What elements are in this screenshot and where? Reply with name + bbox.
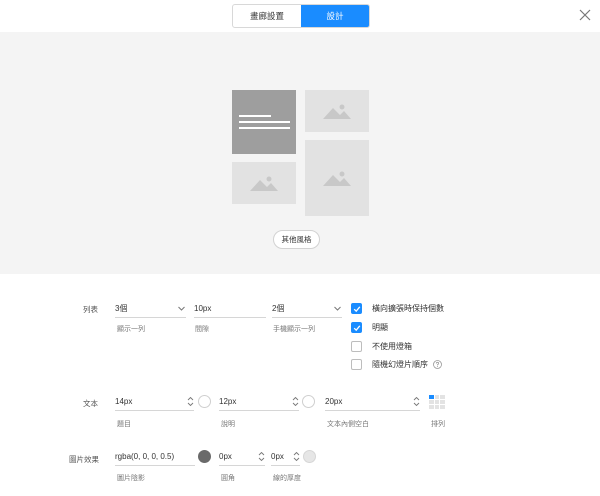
stepper-icon[interactable]: [292, 396, 299, 407]
spacing-select[interactable]: 10px: [194, 300, 266, 318]
padding-value: 20px: [325, 397, 343, 406]
padding-label: 文本內側空白: [327, 421, 369, 428]
keep-count-checkbox[interactable]: [351, 303, 362, 314]
stepper-icon[interactable]: [413, 396, 420, 407]
keep-count-label: 橫向擴張時保持個數: [372, 304, 444, 313]
tab-switch: 畫廊設置 設計: [232, 4, 370, 28]
per-row-select[interactable]: 3個: [115, 300, 186, 318]
no-lightbox-checkbox[interactable]: [351, 341, 362, 352]
per-row-value: 3個: [115, 304, 128, 313]
mountain-image-icon: [323, 171, 351, 186]
bright-option[interactable]: 明顯: [351, 322, 388, 333]
help-icon[interactable]: [433, 360, 442, 369]
columns-row-label: 列表: [83, 305, 98, 314]
no-lightbox-option[interactable]: 不使用燈箱: [351, 341, 412, 352]
check-icon: [353, 324, 360, 331]
bright-label: 明顯: [372, 323, 388, 332]
layout-preview: 其他風格: [0, 32, 600, 274]
align-label: 排列: [431, 421, 445, 428]
desc-size-label: 說明: [221, 421, 235, 428]
spacing-label: 間隙: [195, 326, 209, 333]
preview-image-tile: [305, 90, 369, 132]
mobile-per-row-select[interactable]: 2個: [272, 300, 342, 318]
stepper-icon[interactable]: [258, 451, 265, 462]
mountain-image-icon: [250, 176, 278, 191]
random-order-option[interactable]: 隨機幻燈片順序: [351, 359, 442, 370]
shadow-input[interactable]: rgba(0, 0, 0, 0.5): [115, 448, 195, 466]
shadow-value: rgba(0, 0, 0, 0.5): [115, 452, 175, 461]
radius-value: 0px: [219, 452, 232, 461]
image-effect-row-label: 圖片效果: [69, 455, 99, 464]
border-value: 0px: [271, 452, 284, 461]
text-line-icon: [239, 121, 290, 123]
desc-color-swatch[interactable]: [302, 395, 315, 408]
text-row-label: 文本: [83, 399, 98, 408]
title-size-value: 14px: [115, 397, 133, 406]
text-line-icon: [239, 127, 290, 129]
title-color-swatch[interactable]: [198, 395, 211, 408]
check-icon: [353, 305, 360, 312]
stepper-icon[interactable]: [187, 396, 194, 407]
border-color-swatch[interactable]: [303, 450, 316, 463]
desc-size-stepper[interactable]: 12px: [219, 393, 299, 411]
tab-design[interactable]: 設計: [301, 5, 369, 27]
radius-stepper[interactable]: 0px: [219, 448, 265, 466]
title-size-stepper[interactable]: 14px: [115, 393, 194, 411]
title-size-label: 題目: [117, 421, 131, 428]
radius-label: 圓角: [221, 475, 235, 482]
border-stepper[interactable]: 0px: [271, 448, 300, 466]
close-icon[interactable]: [578, 8, 592, 22]
preview-image-tile: [232, 162, 296, 204]
mobile-per-row-value: 2個: [272, 304, 285, 313]
per-row-label: 顯示一列: [117, 326, 145, 333]
other-styles-button[interactable]: 其他風格: [273, 230, 320, 249]
border-label: 線的厚度: [273, 475, 301, 482]
no-lightbox-label: 不使用燈箱: [372, 342, 412, 351]
tab-gallery-settings[interactable]: 畫廊設置: [233, 5, 301, 27]
mountain-image-icon: [323, 104, 351, 119]
stepper-icon[interactable]: [293, 451, 300, 462]
desc-size-value: 12px: [219, 397, 237, 406]
spacing-value: 10px: [194, 304, 212, 313]
preview-text-tile: [232, 90, 296, 154]
mobile-per-row-label: 手機顯示一列: [273, 326, 315, 333]
text-line-icon: [239, 115, 271, 117]
chevron-down-icon: [178, 306, 185, 311]
shadow-label: 圖片陰影: [117, 475, 145, 482]
preview-image-tile: [305, 140, 369, 216]
padding-stepper[interactable]: 20px: [325, 393, 420, 411]
top-bar: 畫廊設置 設計: [0, 0, 600, 32]
chevron-down-icon: [334, 306, 341, 311]
keep-count-option[interactable]: 橫向擴張時保持個數: [351, 303, 444, 314]
random-order-label: 隨機幻燈片順序: [372, 360, 428, 369]
shadow-color-swatch[interactable]: [198, 450, 211, 463]
random-order-checkbox[interactable]: [351, 359, 362, 370]
bright-checkbox[interactable]: [351, 322, 362, 333]
text-align-picker[interactable]: [429, 395, 445, 409]
